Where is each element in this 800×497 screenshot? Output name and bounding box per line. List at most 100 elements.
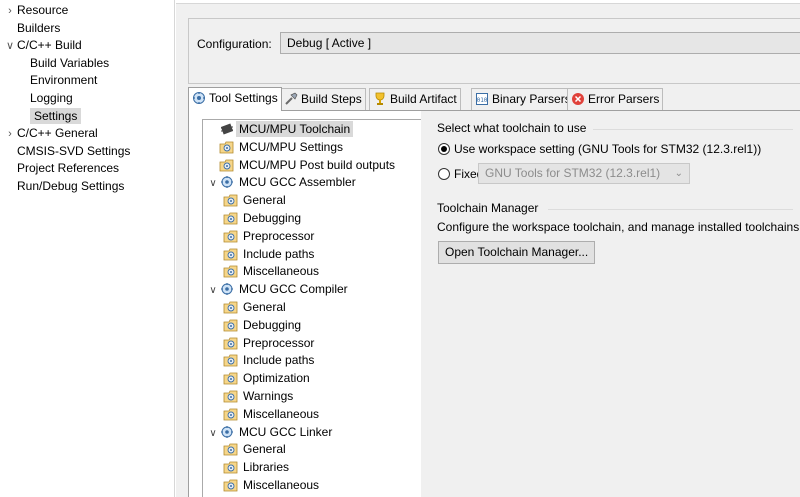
tree-item-label: Miscellaneous [243,478,320,492]
open-toolchain-manager-button[interactable]: Open Toolchain Manager... [438,241,596,264]
tab-binary-parsers[interactable]: 010 Binary Parsers [471,88,575,110]
tree-item-miscellaneous[interactable]: Miscellaneous [223,263,319,280]
nav-item-environment[interactable]: Environment [30,71,97,89]
header-strip [176,0,800,4]
nav-item-project-references[interactable]: Project References [3,159,119,177]
nav-item-cmsis-svd-settings[interactable]: CMSIS-SVD Settings [3,142,130,160]
chevron-down-icon: ⌄ [674,168,683,179]
radio-fixed-dot[interactable] [438,168,450,180]
tab-content: MCU/MPU Toolchain MCU/MPU Settings MCU/MPU… [188,111,800,497]
tree-item-general[interactable]: General [223,441,286,458]
tree-item-mcu-gcc-assembler[interactable]: ∨ MCU GCC Assembler [207,174,356,192]
tree-item-label: Include paths [243,246,315,261]
nav-item-builders[interactable]: Builders [3,19,60,37]
tree-item-miscellaneous[interactable]: Miscellaneous [223,477,319,494]
nav-item-c-c-general[interactable]: › C/C++ General [3,124,98,142]
tree-item-label: Preprocessor [243,335,315,350]
error-parsers-icon [571,92,585,106]
collapse-arrow-icon[interactable]: › [3,125,17,143]
radio-workspace-dot[interactable] [438,143,450,155]
expand-arrow-icon[interactable]: ∨ [207,175,219,192]
tree-item-general[interactable]: General [223,299,286,316]
tree-item-general[interactable]: General [223,192,286,209]
tree-item-libraries[interactable]: Libraries [223,459,289,476]
fixed-toolchain-select: GNU Tools for STM32 (12.3.rel1) ⌄ [478,163,690,184]
tree-item-warnings[interactable]: Warnings [223,388,293,405]
nav-item-label: Resource [17,3,69,17]
tree-item-mcu-mpu-toolchain[interactable]: MCU/MPU Toolchain [207,121,354,138]
tab-label: Build Steps [301,92,362,106]
nav-item-settings[interactable]: Settings [30,107,82,125]
nav-item-label: Logging [30,91,73,105]
tree-item-label: General [243,442,286,457]
collapse-arrow-icon[interactable]: › [3,2,17,20]
settings-page-icon [223,460,239,474]
nav-item-label: CMSIS-SVD Settings [17,143,131,158]
tree-item-include-paths[interactable]: Include paths [223,352,314,369]
tree-item-label: MCU GCC Compiler [239,282,348,297]
tree-item-debugging[interactable]: Debugging [223,317,301,334]
tree-item-label: MCU GCC Assembler [239,175,356,190]
binary-parsers-icon: 010 [475,92,489,106]
settings-page-icon [223,407,239,421]
settings-page-icon [223,442,239,456]
tree-item-label: General [243,300,286,314]
expand-arrow-icon[interactable]: ∨ [3,37,17,55]
tree-item-label: Preprocessor [243,228,315,243]
property-navigation-tree: › Resource Builders ∨ C/C++ Build Build Varia… [0,0,175,497]
tree-item-mcu-gcc-linker[interactable]: ∨ MCU GCC Linker [207,424,332,441]
settings-page-icon [223,211,239,225]
nav-item-c-c-build[interactable]: ∨ C/C++ Build [3,36,82,54]
nav-item-resource[interactable]: › Resource [3,1,68,19]
tree-item-mcu-mpu-post-build-outputs[interactable]: MCU/MPU Post build outputs [207,157,395,174]
radio-workspace-setting[interactable]: Use workspace setting (GNU Tools for STM… [438,141,761,157]
settings-page-icon [223,371,239,385]
tree-item-miscellaneous[interactable]: Miscellaneous [223,406,319,423]
tree-item-preprocessor[interactable]: Preprocessor [223,335,314,352]
tab-build-artifact[interactable]: Build Artifact [369,88,461,110]
nav-item-label: Project References [17,161,120,176]
tree-item-include-paths[interactable]: Include paths [223,246,314,263]
build-artifact-icon [373,92,387,106]
tree-item-label: Miscellaneous [243,406,320,421]
tree-item-mcu-mpu-settings[interactable]: MCU/MPU Settings [207,139,343,156]
tree-item-debugging[interactable]: Debugging [223,210,301,227]
tree-item-optimization[interactable]: Optimization [223,370,310,387]
manager-group-line [548,209,793,210]
nav-item-run-debug-settings[interactable]: Run/Debug Settings [3,177,124,195]
toolchain-group-title: Select what toolchain to use [437,121,587,135]
chip-icon [219,122,235,136]
tree-item-label: Warnings [243,389,294,403]
settings-page-icon [223,247,239,261]
nav-item-label: Run/Debug Settings [17,179,125,193]
tab-label: Build Artifact [390,92,457,106]
settings-page-icon [223,353,239,367]
nav-item-build-variables[interactable]: Build Variables [30,54,109,72]
radio-workspace-label: Use workspace setting (GNU Tools for STM… [454,142,762,156]
tree-item-mcu-gcc-compiler[interactable]: ∨ MCU GCC Compiler [207,281,348,299]
tab-tool-settings[interactable]: Tool Settings [188,87,282,111]
tree-item-label: MCU/MPU Settings [239,139,344,154]
expand-arrow-icon[interactable]: ∨ [207,425,219,442]
toolchain-group-line [593,129,793,130]
settings-page-icon [223,229,239,243]
tree-item-label: MCU/MPU Post build outputs [239,157,396,172]
tool-settings-icon [192,91,206,105]
nav-item-logging[interactable]: Logging [30,89,73,107]
tab-label: Binary Parsers [492,92,571,106]
configuration-select[interactable]: Debug [ Active ] [280,32,800,54]
settings-page-icon [223,264,239,278]
nav-item-label: Environment [30,73,98,88]
tab-build-steps[interactable]: Build Steps [280,88,366,110]
expand-arrow-icon[interactable]: ∨ [207,282,219,299]
tab-error-parsers[interactable]: Error Parsers [567,88,664,110]
settings-page-icon [223,478,239,492]
tree-item-label: Optimization [243,371,310,386]
settings-page-icon [223,336,239,350]
tree-item-label: Libraries [243,460,290,475]
tool-gear-icon [219,282,235,296]
tree-item-label: MCU GCC Linker [239,424,333,439]
settings-page-icon [223,300,239,314]
radio-fixed[interactable]: Fixed [438,166,483,182]
tree-item-preprocessor[interactable]: Preprocessor [223,228,314,245]
